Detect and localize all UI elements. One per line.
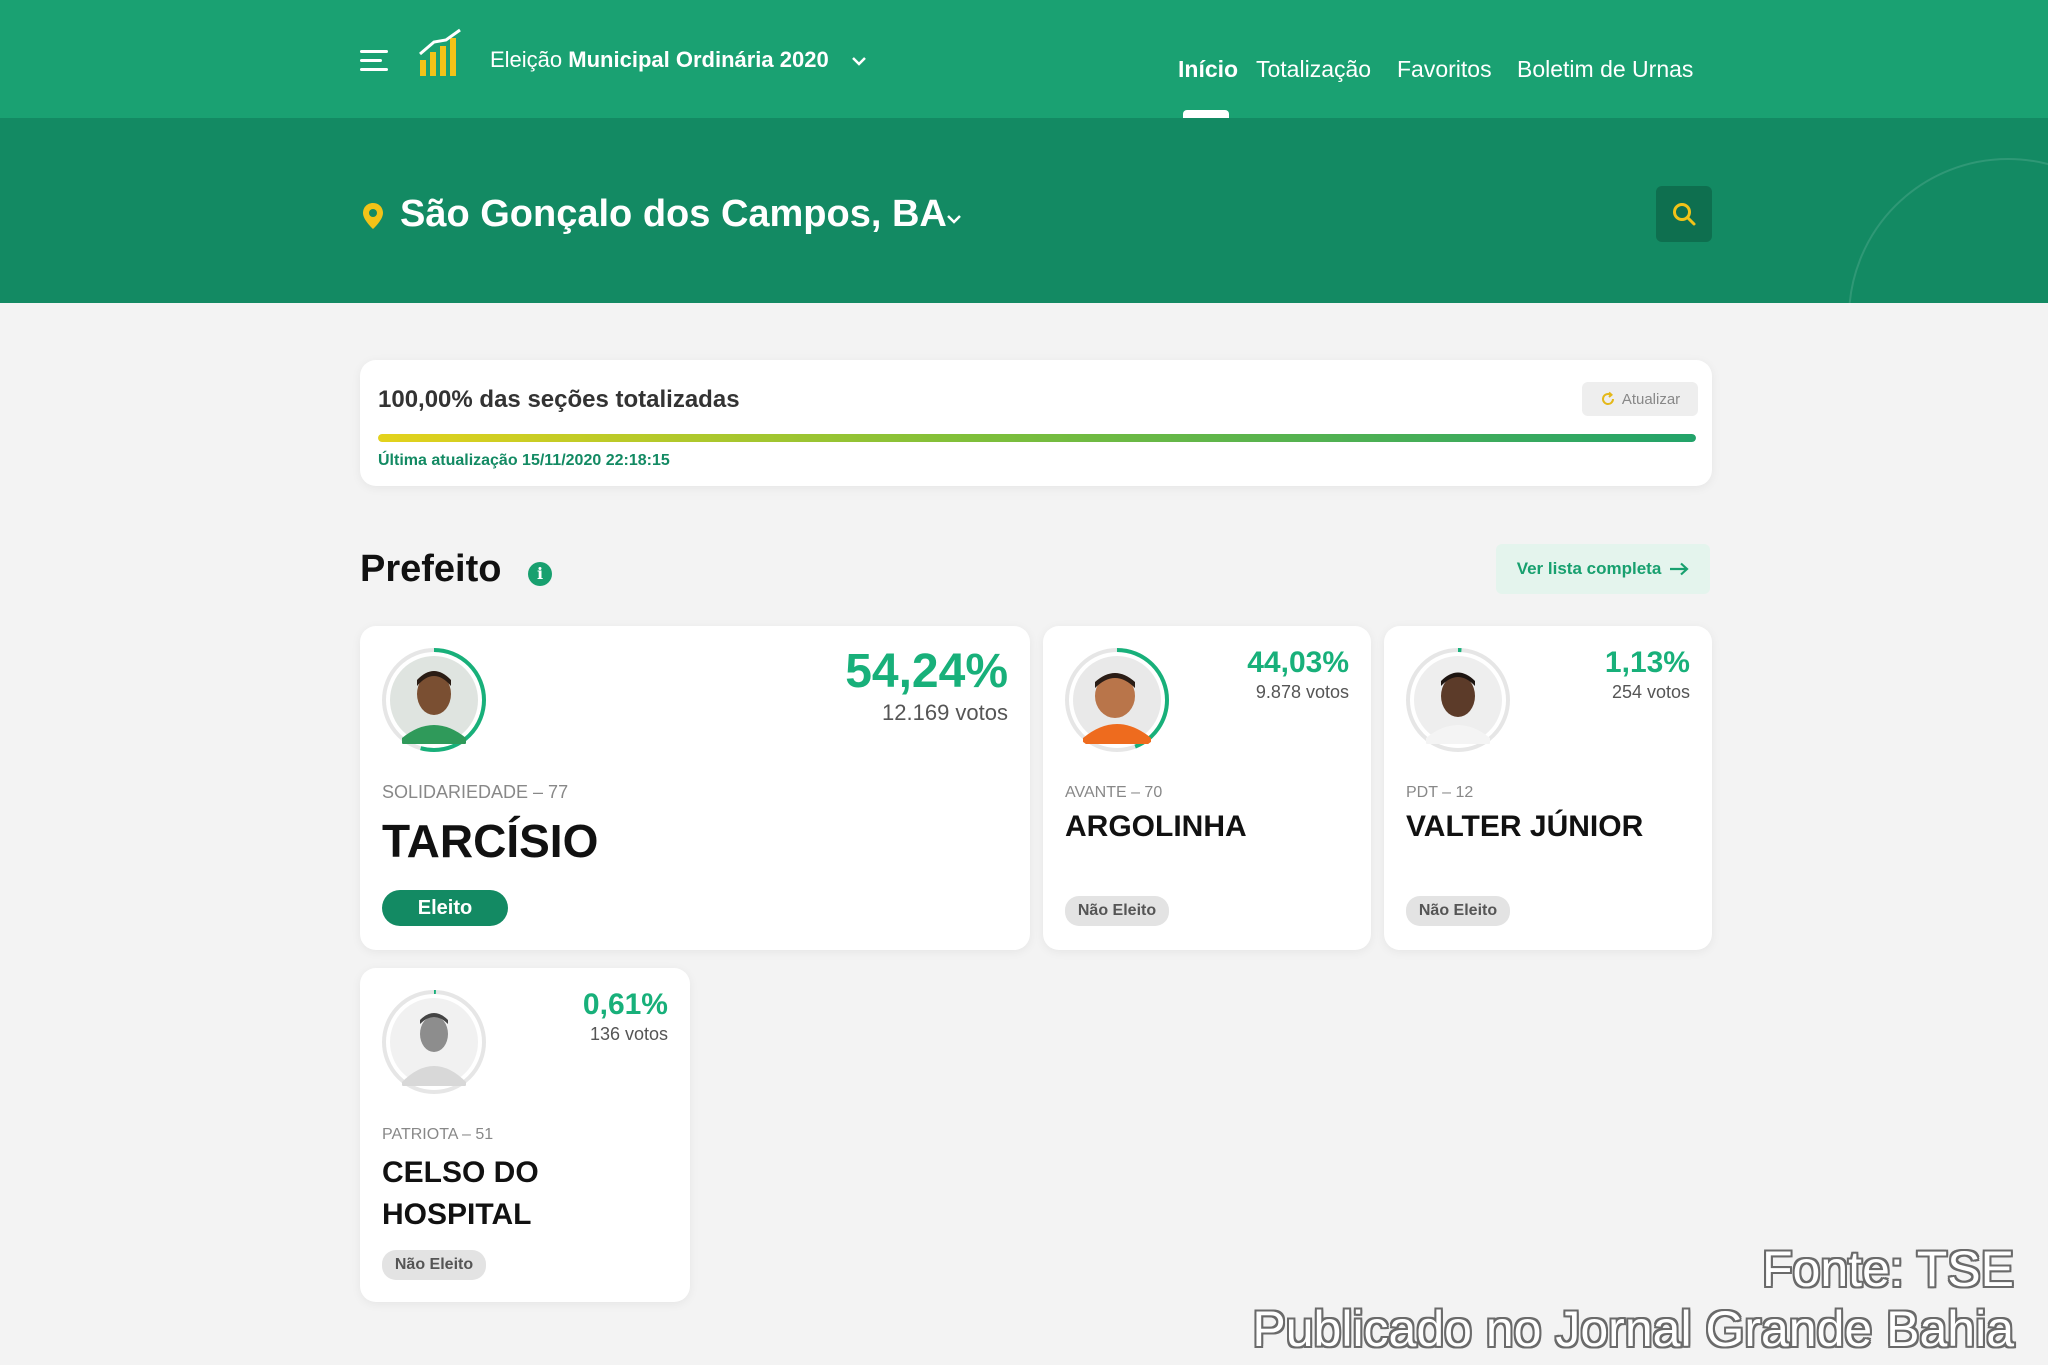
nav-boletim-de-urnas[interactable]: Boletim de Urnas [1517, 56, 1693, 83]
location-pin-icon [363, 203, 383, 229]
candidate-card[interactable]: 0,61% 136 votos PATRIOTA – 51 CELSO DO H… [360, 968, 690, 1302]
status-badge-not-elected: Não Eleito [1065, 896, 1169, 926]
city-selector[interactable]: São Gonçalo dos Campos, BA [400, 193, 947, 236]
candidate-percent: 0,61% [582, 988, 668, 1021]
full-list-label: Ver lista completa [1516, 559, 1662, 578]
chevron-down-icon[interactable] [944, 209, 964, 229]
search-icon [1673, 203, 1696, 226]
nav-totalizacao[interactable]: Totalização [1256, 56, 1371, 83]
active-tab-indicator [1183, 110, 1229, 118]
candidate-photo [382, 990, 486, 1094]
top-navbar: Eleição Municipal Ordinária 2020 Início … [0, 0, 2048, 118]
candidate-name: ARGOLINHA [1065, 810, 1247, 843]
candidate-name: TARCÍSIO [382, 815, 599, 867]
candidate-photo [1406, 648, 1510, 752]
candidate-party: PDT – 12 [1406, 784, 1474, 801]
candidate-name: VALTER JÚNIOR [1406, 810, 1644, 843]
location-header [0, 118, 2048, 303]
candidate-party: PATRIOTA – 51 [382, 1126, 494, 1143]
candidate-party: SOLIDARIEDADE – 77 [382, 782, 569, 802]
status-badge-elected: Eleito [382, 890, 508, 926]
refresh-button[interactable]: Atualizar [1582, 382, 1698, 416]
candidate-votes: 9.878 votos [1255, 682, 1349, 702]
totalization-progress-bar [378, 434, 1696, 442]
candidate-percent: 1,13% [1604, 646, 1690, 679]
search-button[interactable] [1656, 186, 1712, 242]
candidate-party: AVANTE – 70 [1065, 784, 1163, 801]
last-update-text: Última atualização 15/11/2020 22:18:15 [378, 452, 670, 469]
candidate-votes: 136 votos [589, 1024, 668, 1044]
source-credit: Fonte: TSE [1762, 1241, 2014, 1297]
progress-fill [378, 434, 1696, 442]
candidate-card[interactable]: 44,03% 9.878 votos AVANTE – 70 ARGOLINHA… [1043, 626, 1371, 950]
totalization-label: 100,00% das seções totalizadas [378, 386, 740, 413]
section-title: Prefeito [360, 548, 502, 590]
info-icon[interactable]: i [528, 562, 552, 586]
status-badge-not-elected: Não Eleito [382, 1250, 486, 1280]
refresh-icon [1601, 391, 1614, 405]
menu-icon[interactable] [360, 50, 388, 72]
bar-chart-logo-icon[interactable] [418, 28, 464, 78]
candidate-card[interactable]: 54,24% 12.169 votos SOLIDARIEDADE – 77 T… [360, 626, 1030, 950]
publication-credit: Publicado no Jornal Grande Bahia [1252, 1301, 2014, 1357]
decorative-arc [1848, 158, 2048, 303]
candidate-name: CELSO DO HOSPITAL [382, 1156, 539, 1231]
status-badge-not-elected: Não Eleito [1406, 896, 1510, 926]
candidate-percent: 54,24% [845, 645, 1008, 698]
nav-inicio[interactable]: Início [1178, 56, 1238, 83]
candidate-votes: 254 votos [1611, 682, 1690, 702]
refresh-label: Atualizar [1621, 390, 1681, 408]
candidate-percent: 44,03% [1247, 646, 1349, 679]
nav-favoritos[interactable]: Favoritos [1397, 56, 1492, 83]
election-name: Municipal Ordinária 2020 [568, 47, 829, 72]
candidate-votes: 12.169 votos [882, 700, 1008, 725]
election-selector[interactable]: Eleição Municipal Ordinária 2020 [490, 47, 829, 73]
election-prefix: Eleição [490, 47, 563, 72]
chevron-down-icon[interactable] [850, 52, 868, 70]
totalization-card: 100,00% das seções totalizadas Atualizar… [360, 360, 1712, 486]
candidate-photo [382, 648, 486, 752]
arrow-right-icon [1670, 562, 1689, 576]
full-list-button[interactable]: Ver lista completa [1496, 544, 1710, 594]
candidate-card[interactable]: 1,13% 254 votos PDT – 12 VALTER JÚNIOR N… [1384, 626, 1712, 950]
candidate-photo [1065, 648, 1169, 752]
